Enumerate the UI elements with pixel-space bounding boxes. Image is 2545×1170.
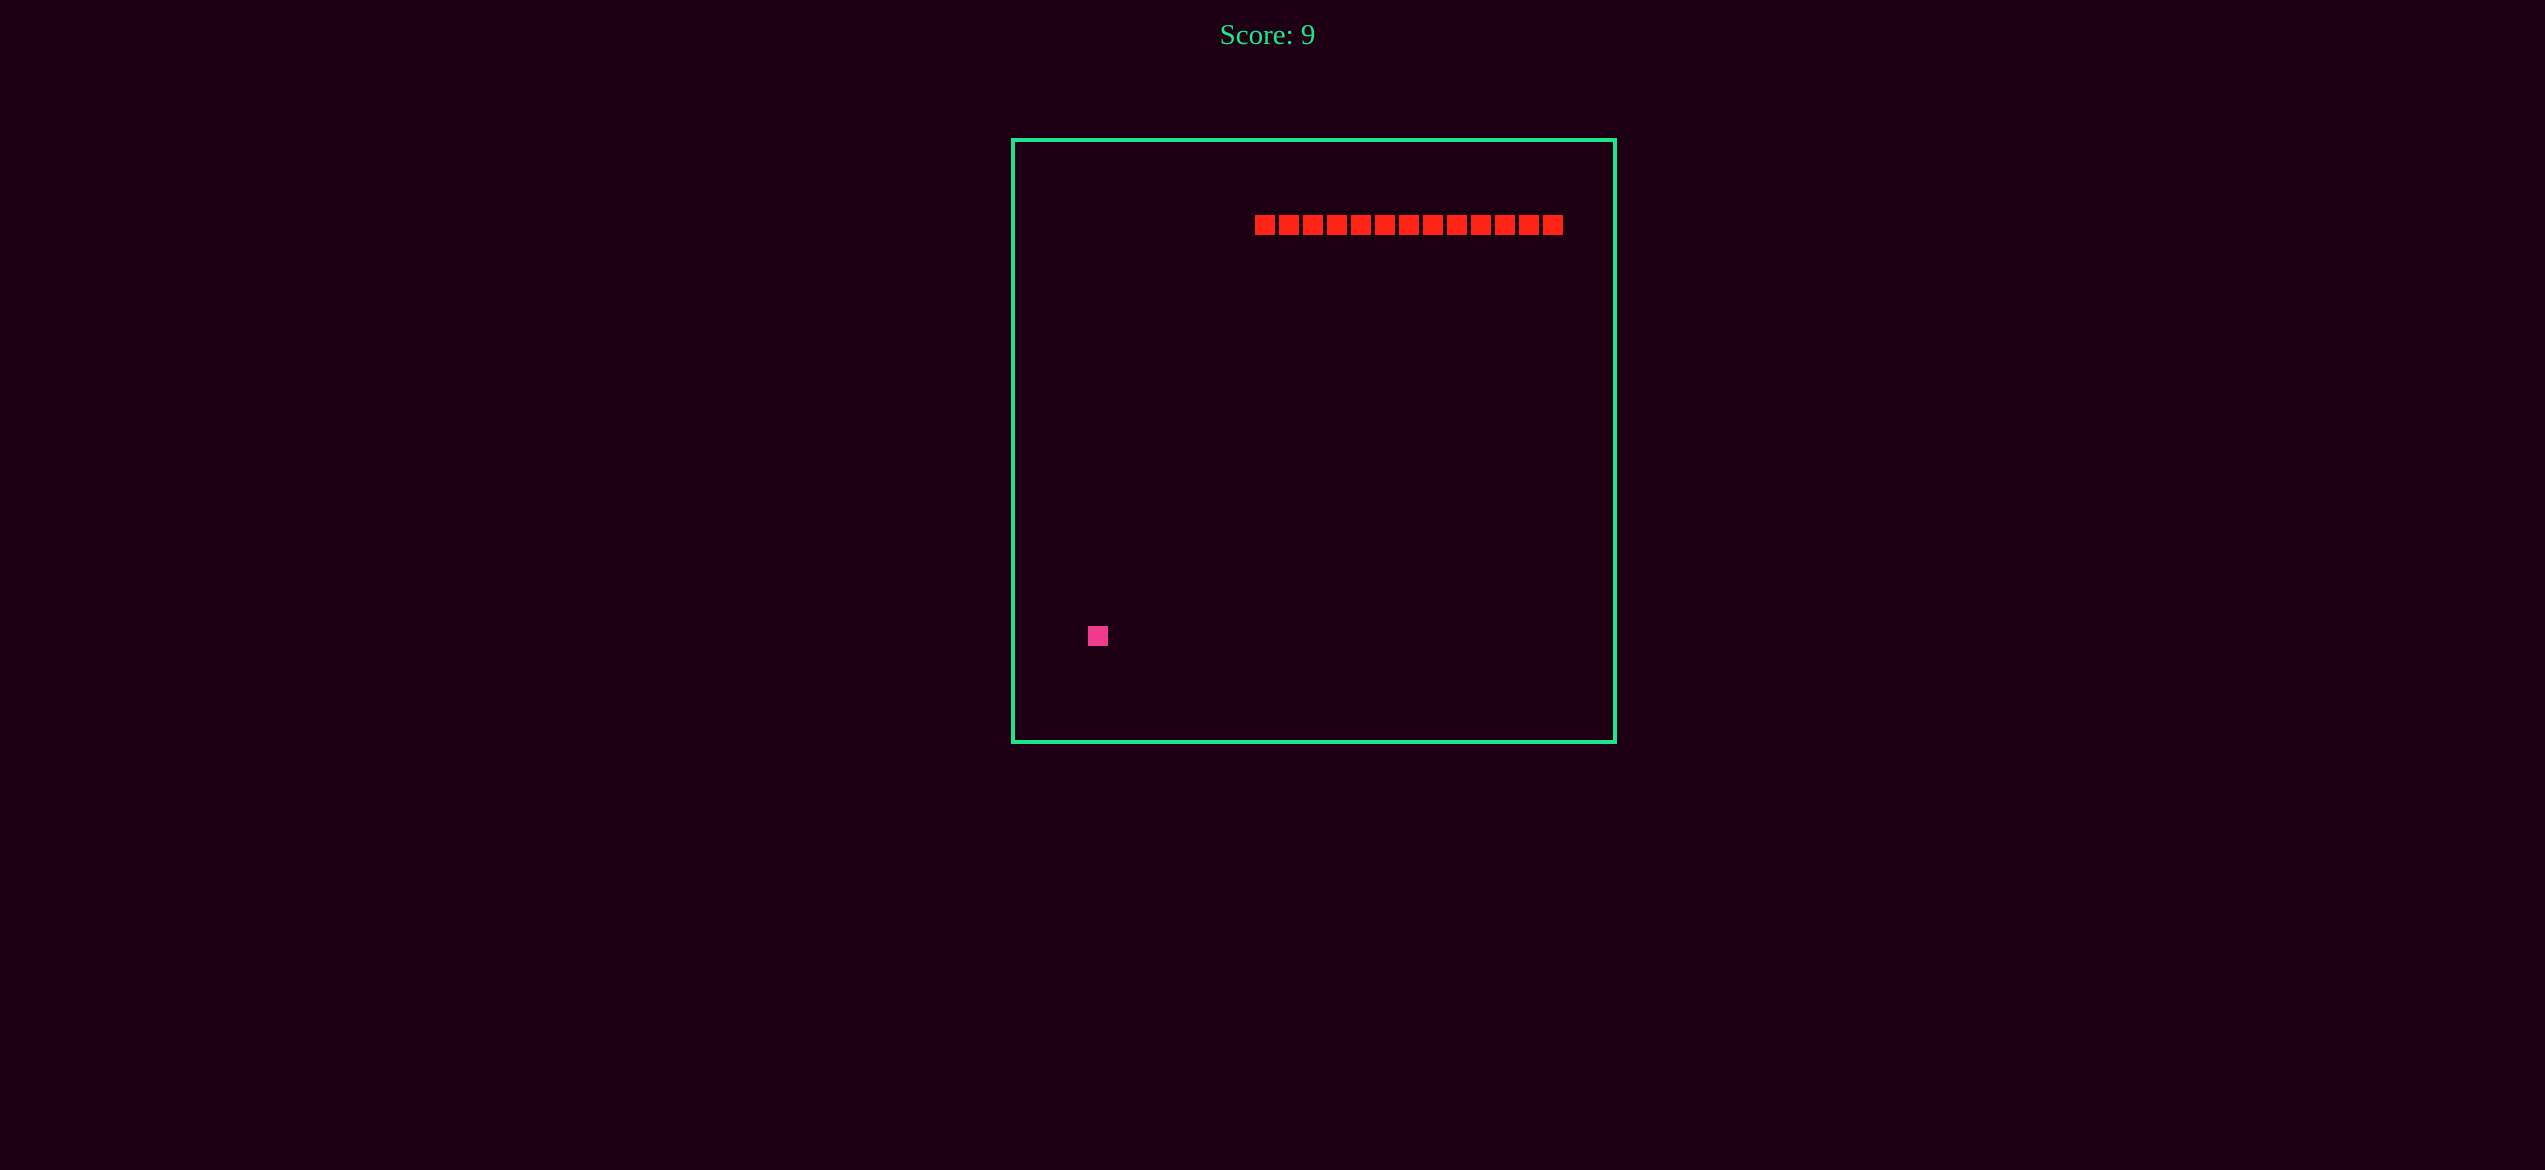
- snake-segment: [1494, 214, 1516, 236]
- snake-segment: [1374, 214, 1396, 236]
- snake-segment: [1398, 214, 1420, 236]
- food-pellet: [1087, 625, 1109, 647]
- snake-segment: [1350, 214, 1372, 236]
- snake-segment: [1470, 214, 1492, 236]
- snake-segment: [1518, 214, 1540, 236]
- snake-segment: [1278, 214, 1300, 236]
- game-board[interactable]: [1011, 138, 1617, 744]
- snake-segment: [1254, 214, 1276, 236]
- score-label: Score: 9: [1219, 19, 1316, 51]
- snake-segment: [1422, 214, 1444, 236]
- snake-segment: [1326, 214, 1348, 236]
- snake-segment: [1446, 214, 1468, 236]
- snake-segment: [1302, 214, 1324, 236]
- snake-head: [1542, 214, 1564, 236]
